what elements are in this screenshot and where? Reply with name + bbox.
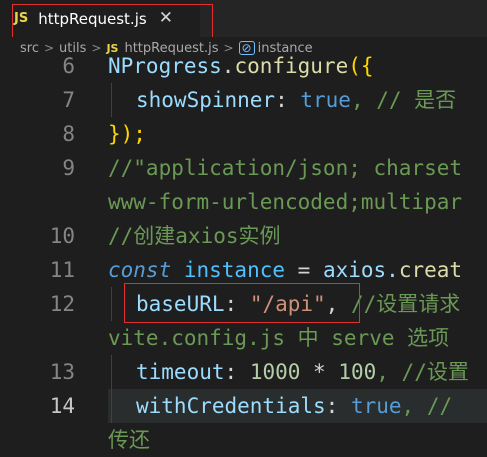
indent-guide	[111, 83, 112, 117]
baseurl-highlight-box	[124, 283, 360, 323]
code-text: 传还	[108, 428, 150, 452]
line-number: 11	[49, 258, 75, 282]
code-line-wrapped: 传还	[0, 423, 487, 457]
code-line-wrapped: www-form-urlencoded;multipar	[0, 185, 487, 219]
code-text: const instance = axios.creat	[108, 258, 463, 282]
line-number: 14	[49, 394, 75, 418]
indent-guide	[111, 389, 112, 423]
indent-guide	[111, 287, 112, 321]
code-text: www-form-urlencoded;multipar	[108, 190, 463, 214]
line-number: 6	[62, 54, 75, 78]
code-text: NProgress.configure({	[108, 54, 374, 78]
code-line-current: 14 withCredentials: true, //	[0, 389, 487, 423]
code-line: 11 const instance = axios.creat	[0, 253, 487, 287]
line-number: 12	[49, 292, 75, 316]
line-number: 8	[62, 122, 75, 146]
code-line: 13 timeout: 1000 * 100, //设置	[0, 355, 487, 389]
code-text: vite.config.js 中 serve 选项	[108, 326, 450, 350]
code-text: withCredentials: true, //	[136, 394, 453, 418]
code-line: 10 //创建axios实例	[0, 219, 487, 253]
code-line-wrapped: vite.config.js 中 serve 选项	[0, 321, 487, 355]
line-number: 7	[62, 88, 75, 112]
code-line: 9 //"application/json; charset	[0, 151, 487, 185]
code-text: showSpinner: true, // 是否	[136, 88, 457, 112]
line-number: 9	[62, 156, 75, 180]
code-text: //创建axios实例	[108, 224, 281, 248]
code-line: 7 showSpinner: true, // 是否	[0, 83, 487, 117]
code-text: //"application/json; charset	[108, 156, 463, 180]
line-number: 13	[49, 360, 75, 384]
code-line: 6 NProgress.configure({	[0, 49, 487, 83]
code-text: });	[108, 122, 146, 146]
line-number: 10	[49, 224, 75, 248]
code-text: timeout: 1000 * 100, //设置	[136, 360, 469, 384]
indent-guide	[111, 355, 112, 389]
code-editor[interactable]: 6 NProgress.configure({ 7 showSpinner: t…	[0, 49, 487, 452]
code-line: 8 });	[0, 117, 487, 151]
